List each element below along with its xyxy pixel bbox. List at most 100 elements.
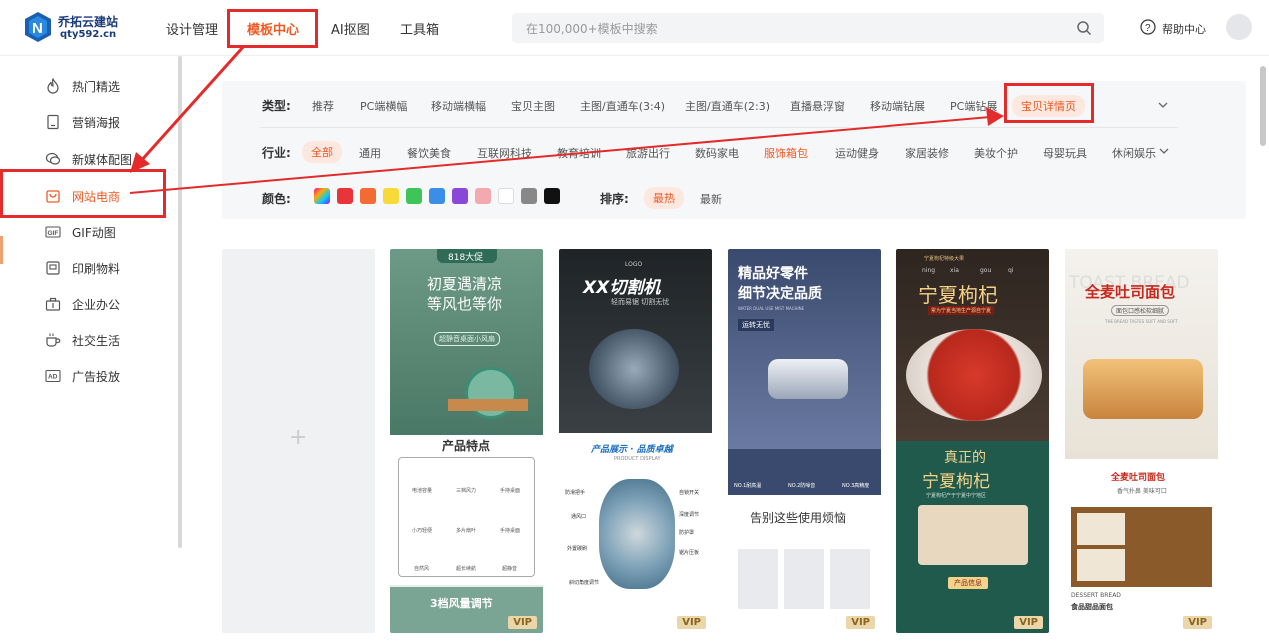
industry-option[interactable]: 通用 [359,145,381,161]
sidebar-item-hot[interactable]: 热门精选 [0,70,176,102]
type-option[interactable]: 移动端钻展 [870,98,925,114]
nav-design-manage[interactable]: 设计管理 [166,19,218,38]
template-card[interactable]: TOAST BREAD 全麦吐司面包 面包口感松软细腻 THE BREAD TA… [1065,249,1218,633]
type-option[interactable]: 主图/直通车(2:3) [685,98,770,114]
help-icon[interactable]: ? [1140,19,1156,35]
card-title: 等风也等你 [427,295,503,313]
brand-logo[interactable]: N 乔拓云建站 qty592.cn [24,11,144,45]
type-option[interactable]: PC端钻展 [950,98,997,114]
sort-option-selected[interactable]: 最热 [644,187,684,209]
sidebar-item-ads[interactable]: AD 广告投放 [0,360,176,392]
vip-badge: VIP [508,616,537,629]
top-header: N 乔拓云建站 qty592.cn 设计管理 模板中心 AI抠图 工具箱 在10… [0,0,1269,56]
sort-option[interactable]: 最新 [700,191,722,207]
part-label: 自锁开关 [679,490,700,496]
card-subtitle: 面包口感松软细腻 [1111,305,1170,316]
type-option-selected[interactable]: 宝贝详情页 [1012,95,1085,117]
type-option[interactable]: 宝贝主图 [511,98,555,114]
template-card[interactable]: 宁夏枸杞特级大果 ning xia gou qi 宁夏枸杞 累为宁夏当地生产源自… [896,249,1049,633]
template-card[interactable]: 818大促 初夏遇清凉 等风也等你 超静音桌面小风扇 产品特点 电池容量 三档风… [390,249,543,633]
feature-label: NO.1耐高温 [734,483,762,489]
briefcase-icon [45,297,61,311]
type-option[interactable]: PC端横幅 [360,98,407,114]
nav-template-center[interactable]: 模板中心 [247,19,299,38]
industry-option[interactable]: 餐饮美食 [407,145,451,161]
feature-label: 手持桌面 [500,528,521,534]
color-swatch-pink[interactable] [475,188,491,204]
vip-badge: VIP [1014,616,1043,629]
pinyin: ning [922,267,936,274]
color-filter-label: 颜色: [262,192,291,206]
sidebar-item-office[interactable]: 企业办公 [0,288,176,320]
color-swatch-all[interactable] [314,188,330,204]
saw-image [589,329,679,409]
sidebar-item-new-media[interactable]: 新媒体配图 [0,143,176,175]
type-option[interactable]: 推荐 [312,98,334,114]
color-swatch-white[interactable] [498,188,514,204]
feature-label: 多片扇叶 [456,528,477,534]
industry-option[interactable]: 休闲娱乐 [1112,145,1156,161]
help-center-link[interactable]: 帮助中心 [1162,21,1206,37]
search-icon[interactable] [1076,20,1092,36]
industry-option[interactable]: 美妆个护 [974,145,1018,161]
industry-option[interactable]: 母婴玩具 [1043,145,1087,161]
industry-option[interactable]: 旅游出行 [626,145,670,161]
color-swatch-blue[interactable] [429,188,445,204]
sidebar-item-social[interactable]: 社交生活 [0,324,176,356]
search-input[interactable]: 在100,000+模板中搜索 [526,20,658,37]
brand-name: 乔拓云建站 [58,15,119,29]
color-swatch-black[interactable] [544,188,560,204]
filter-divider [260,127,1178,128]
avatar[interactable] [1226,14,1252,40]
template-card[interactable]: 精品好零件 细节决定品质 WATER DUAL USE MIST MACHINE… [728,249,881,633]
shop-icon [46,190,60,203]
template-card[interactable]: LOGO XX切割机 轻而易锯 切割无忧 产品展示 · 品质卓越 PRODUCT… [559,249,712,633]
color-swatch-gray[interactable] [521,188,537,204]
cup-icon [46,333,61,347]
card-top-text: 宁夏枸杞特级大果 [924,256,965,262]
industry-option[interactable]: 运动健身 [835,145,879,161]
feature-label: 自然风 [414,566,430,572]
sidebar-item-gif[interactable]: GIF GIF动图 [0,216,176,248]
color-swatch-purple[interactable] [452,188,468,204]
svg-text:N: N [32,20,43,37]
poster-icon [47,114,59,130]
type-option[interactable]: 直播悬浮窗 [790,98,845,114]
sidebar-item-ecommerce[interactable]: 网站电商 [0,180,176,212]
gif-icon: GIF [45,226,61,238]
card-footer: 3档风量调节 [430,597,493,610]
type-option[interactable]: 主图/直通车(3:4) [580,98,665,114]
color-swatch-red[interactable] [337,188,353,204]
nav-ai-cutout[interactable]: AI抠图 [331,19,370,38]
color-swatch-green[interactable] [406,188,422,204]
color-swatch-yellow[interactable] [383,188,399,204]
card-subtitle: WATER DUAL USE MIST MACHINE [738,306,805,311]
sidebar-scrollbar[interactable] [178,56,182,548]
sidebar-item-label: 企业办公 [72,298,121,312]
type-option[interactable]: 移动端横幅 [431,98,486,114]
sidebar-item-print[interactable]: 印刷物料 [0,252,176,284]
feature-label: NO.3高精度 [842,483,870,489]
goji-image [906,329,1042,421]
feature-label: 手持桌面 [500,488,521,494]
add-template-card[interactable]: + [222,249,375,633]
print-icon [46,261,60,275]
card-title: 宁夏枸杞 [922,472,990,492]
sidebar-item-poster[interactable]: 营销海报 [0,106,176,138]
color-swatch-orange[interactable] [360,188,376,204]
nav-toolbox[interactable]: 工具箱 [400,19,439,38]
search-bar[interactable]: 在100,000+模板中搜索 [512,13,1104,43]
sidebar-item-label: 营销海报 [72,116,121,130]
card-section-title: 全麦吐司面包 [1111,473,1166,483]
industry-option[interactable]: 教育培训 [557,145,601,161]
sidebar-item-label: 热门精选 [72,80,121,94]
industry-option[interactable]: 数码家电 [695,145,739,161]
industry-option[interactable]: 服饰箱包 [764,145,808,161]
industry-option[interactable]: 互联网科技 [477,145,532,161]
card-tag: 818大促 [448,253,484,263]
industry-option-selected[interactable]: 全部 [302,141,342,163]
chevron-down-icon[interactable] [1159,146,1169,156]
industry-option[interactable]: 家居装修 [905,145,949,161]
chevron-down-icon[interactable] [1158,100,1168,110]
page-scrollbar[interactable] [1260,66,1266,146]
